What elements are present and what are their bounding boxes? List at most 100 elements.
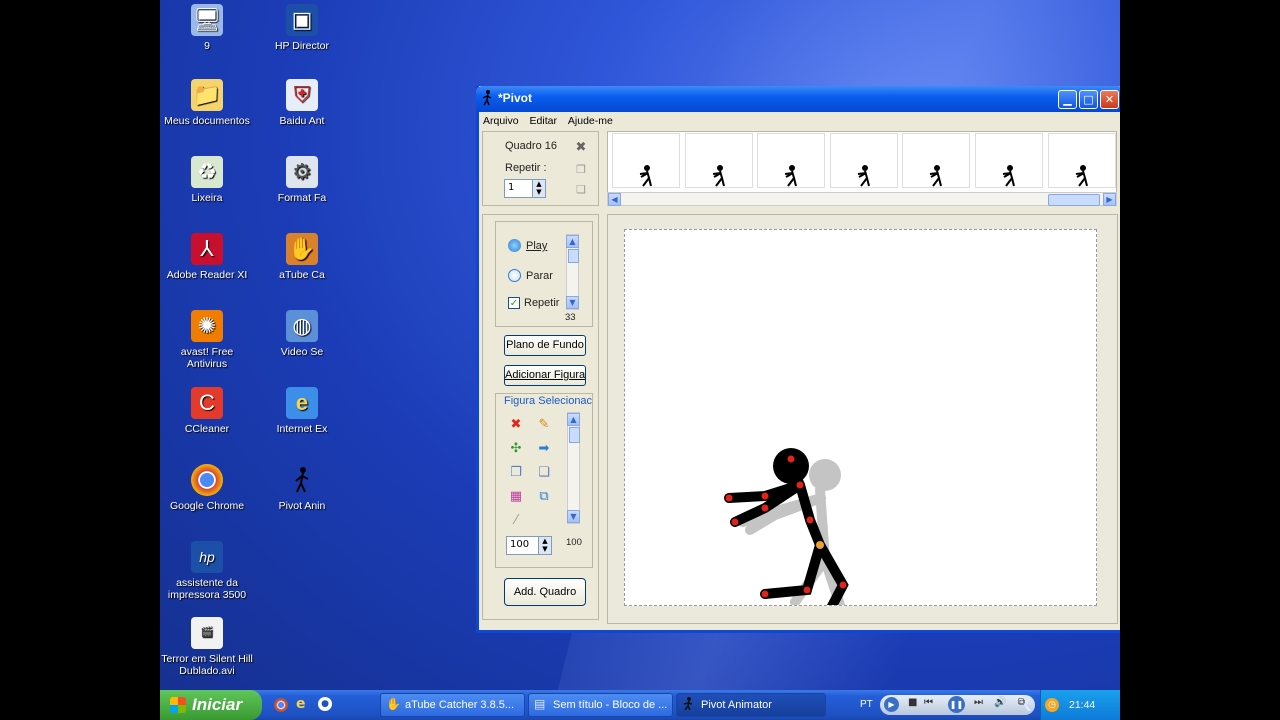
menu-editar[interactable]: Editar: [526, 112, 561, 127]
previous-icon[interactable]: ⏮: [924, 697, 933, 708]
timeline-scrollbar[interactable]: ◀ ▶: [607, 192, 1117, 206]
desktop-icon-avast[interactable]: ✺ avast! Free Antivirus: [161, 310, 253, 370]
stop-label[interactable]: Parar: [526, 270, 553, 282]
next-icon[interactable]: ⏭: [974, 697, 983, 708]
scrollbar-thumb[interactable]: [1048, 194, 1100, 206]
repeat-playback-label[interactable]: Repetir: [524, 297, 559, 309]
minimize-button[interactable]: ▁: [1058, 90, 1077, 109]
desktop-icon-chrome[interactable]: Google Chrome: [161, 464, 253, 512]
timeline-frame[interactable]: [1047, 133, 1116, 188]
delete-frame-icon[interactable]: ✖: [573, 140, 589, 156]
size-up-icon[interactable]: ▲: [567, 413, 580, 426]
spinner-arrows-icon[interactable]: ▲ ▼: [532, 180, 545, 197]
stop-media-icon[interactable]: ■: [908, 697, 917, 708]
scroll-right-icon[interactable]: ▶: [1103, 193, 1116, 206]
task-pivot[interactable]: Pivot Animator: [676, 693, 826, 717]
edit-figure-icon[interactable]: ✎: [536, 417, 552, 433]
scale-value: 100: [510, 539, 530, 550]
desktop-icon-atube[interactable]: ✋ aTube Ca: [256, 233, 348, 281]
frame-thumbnail-figure: [1075, 165, 1088, 187]
add-frame-button[interactable]: Add. Quadro: [504, 578, 586, 606]
wand-icon[interactable]: ⁄: [508, 513, 524, 529]
play-radio[interactable]: [508, 239, 521, 252]
stickman-figure[interactable]: [625, 230, 1096, 605]
desktop-icon-hp-assistant[interactable]: hp assistente da impressora 3500: [161, 541, 253, 601]
play-media-icon[interactable]: ▶: [884, 697, 899, 712]
timeline-frame[interactable]: [684, 133, 753, 188]
maximize-button[interactable]: □: [1079, 90, 1098, 109]
color-picker-icon[interactable]: ▦: [508, 489, 524, 505]
tray-app-icon[interactable]: ◷: [1045, 698, 1059, 712]
stop-radio[interactable]: [508, 269, 521, 282]
menu-arquivo[interactable]: Arquivo: [479, 112, 523, 127]
speed-down-icon[interactable]: ▼: [566, 296, 579, 309]
figure-head[interactable]: [773, 448, 809, 484]
frame-thumbnail-figure: [785, 165, 798, 187]
background-button[interactable]: Plano de Fundo: [504, 335, 586, 356]
task-atube[interactable]: ✋ aTube Catcher 3.8.5...: [380, 693, 525, 717]
volume-icon[interactable]: 🔊: [994, 697, 1006, 708]
menu-ajude-me[interactable]: Ajude-me: [564, 112, 617, 127]
ie-icon[interactable]: e: [296, 696, 306, 712]
figure-size-slider[interactable]: ▲ ▼: [567, 412, 580, 524]
drawing-canvas[interactable]: [624, 229, 1097, 606]
show-desktop-icon[interactable]: ●: [318, 697, 332, 711]
desktop-icon-label: Adobe Reader XI: [166, 269, 248, 281]
stickman-icon: [286, 464, 318, 496]
windows-logo-icon: [170, 697, 186, 713]
size-down-icon[interactable]: ▼: [567, 510, 580, 523]
join-figure-icon[interactable]: ⧉: [536, 489, 552, 505]
paste-icon[interactable]: ❏: [573, 182, 589, 198]
timeline-frame[interactable]: [612, 133, 680, 188]
desktop-icon-baidu[interactable]: ⛨ Baidu Ant: [256, 79, 348, 127]
timeline-frame[interactable]: [975, 133, 1043, 188]
speed-slider[interactable]: ▲ ▼: [566, 234, 579, 310]
desktop-icon-label: Pivot Anin: [278, 500, 326, 512]
play-label[interactable]: Play: [526, 240, 547, 252]
pause-icon[interactable]: ❚❚: [948, 696, 965, 713]
desktop-icon-format-factory[interactable]: ⚙ Format Fa: [256, 156, 348, 204]
task-notepad[interactable]: ▤ Sem título - Bloco de ...: [528, 693, 673, 717]
speed-slider-thumb[interactable]: [568, 249, 579, 263]
bring-front-icon[interactable]: ❐: [508, 465, 524, 481]
desktop-icon-recycle-bin[interactable]: ♻ Lixeira: [161, 156, 253, 204]
frame-thumbnail-figure: [930, 165, 943, 187]
repeat-spinner[interactable]: 1 ▲ ▼: [504, 179, 546, 198]
figure-center-joint[interactable]: [816, 541, 824, 549]
desktop-icon-label: Internet Ex: [276, 423, 328, 435]
desktop-icon-avi-file[interactable]: 🎬 Terror em Silent Hill Dublado.avi: [161, 617, 253, 677]
desktop-icon-pivot[interactable]: Pivot Anin: [256, 464, 348, 512]
chrome-icon[interactable]: [274, 698, 288, 712]
add-figure-button[interactable]: Adicionar Figura: [504, 365, 586, 386]
back-arrow-icon[interactable]: ❮: [1022, 697, 1033, 712]
spinner-arrows-icon[interactable]: ▲ ▼: [538, 537, 551, 554]
size-slider-thumb[interactable]: [569, 427, 580, 443]
copy-icon[interactable]: ❐: [573, 162, 589, 178]
scroll-left-icon[interactable]: ◀: [608, 193, 621, 206]
desktop-icon-ccleaner[interactable]: C CCleaner: [161, 387, 253, 435]
window-title: *Pivot: [498, 91, 533, 105]
desktop-icon-label: CCleaner: [184, 423, 230, 435]
timeline-frame[interactable]: [829, 133, 898, 188]
speed-up-icon[interactable]: ▲: [566, 235, 579, 248]
timeline-frame[interactable]: [902, 133, 971, 188]
scale-spinner[interactable]: 100 ▲ ▼: [506, 536, 552, 555]
desktop-icon-video[interactable]: ◍ Video Se: [256, 310, 348, 358]
window-titlebar[interactable]: *Pivot ▁ □ ✕: [476, 86, 1120, 112]
desktop-icon-adobe-reader[interactable]: ⅄ Adobe Reader XI: [161, 233, 253, 281]
desktop-icon-ie[interactable]: e Internet Ex: [256, 387, 348, 435]
delete-figure-icon[interactable]: ✖: [508, 417, 524, 433]
desktop-icon-my-documents[interactable]: 📁 Meus documentos: [161, 79, 253, 127]
start-label: Iniciar: [192, 695, 243, 714]
desktop-icon-hp-director[interactable]: ▣ HP Director: [256, 4, 348, 52]
language-indicator[interactable]: PT: [860, 699, 873, 710]
start-button[interactable]: Iniciar: [160, 690, 262, 720]
send-back-icon[interactable]: ❏: [536, 465, 552, 481]
close-button[interactable]: ✕: [1100, 90, 1119, 109]
repeat-checkbox[interactable]: ✓: [508, 297, 520, 309]
center-figure-icon[interactable]: ✣: [508, 441, 524, 457]
desktop-icon-9[interactable]: 🖥 9: [161, 4, 253, 52]
globe-icon: ◍: [286, 310, 318, 342]
flip-figure-icon[interactable]: ➡: [536, 441, 552, 457]
timeline-frame[interactable]: [757, 133, 826, 188]
